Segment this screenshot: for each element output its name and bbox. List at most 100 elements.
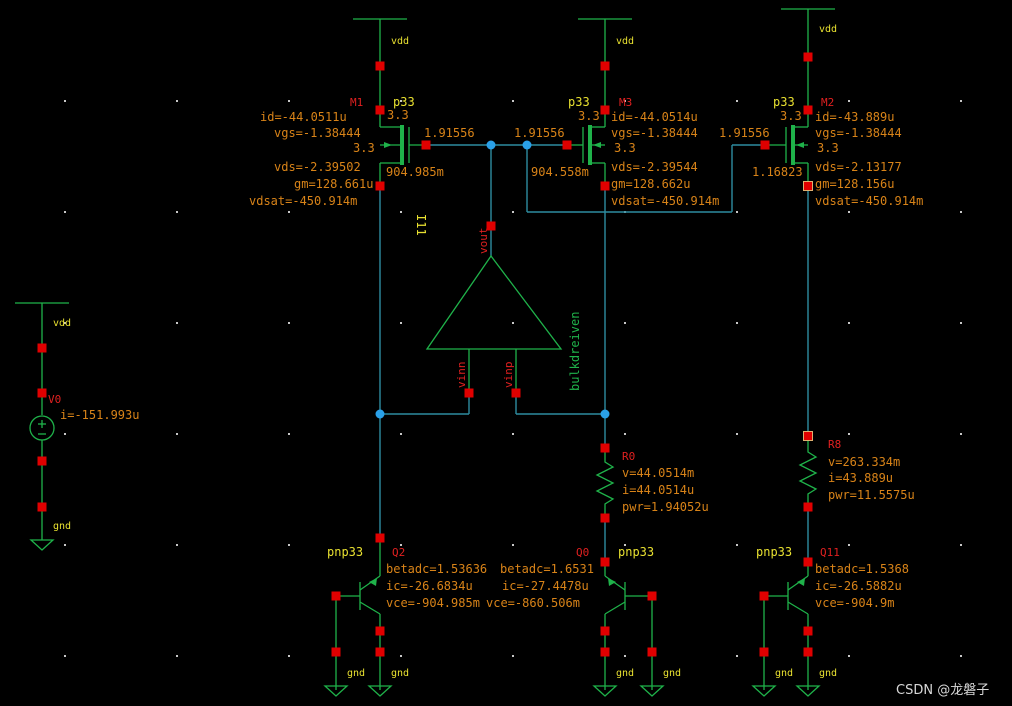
pin-marker [759, 591, 769, 601]
pin-marker [803, 502, 813, 512]
grid-dot [848, 544, 850, 546]
grid-dot [176, 211, 178, 213]
annotation-text: betadc=1.5368 [815, 562, 909, 576]
instance-name: M3 [619, 96, 632, 109]
pin-label-vinp: vinp [502, 362, 515, 389]
instance-name: M2 [821, 96, 834, 109]
pin-marker [760, 140, 770, 150]
annotation-text: 3.3 [387, 108, 409, 122]
grid-dot [288, 211, 290, 213]
watermark-text: CSDN @龙磐子 [896, 683, 989, 698]
pmos-m1[interactable]: M1 p33 3.3 3.3 id=-44.0511u vgs=-1.38444… [249, 95, 426, 208]
pin-marker [375, 626, 385, 636]
grid-dot [736, 211, 738, 213]
grid-dot [512, 322, 514, 324]
pin-marker [37, 456, 47, 466]
opamp-i11[interactable]: I11 vout vinn vinp bulkdreiven [414, 214, 582, 393]
pin-marker [803, 52, 813, 62]
grid-dot [176, 100, 178, 102]
annotation-text: vce=-860.506m [486, 596, 580, 610]
pin-marker [600, 626, 610, 636]
resistor-r0[interactable]: R0 v=44.0514m i=44.0514u pwr=1.94052u [595, 448, 709, 518]
pin-marker [37, 343, 47, 353]
annotation-text: vgs=-1.38444 [815, 126, 902, 140]
grid-dot [176, 322, 178, 324]
grid-dot [960, 100, 962, 102]
pin-marker [375, 647, 385, 657]
pin-marker [331, 591, 341, 601]
annotation-text: gnd [53, 521, 71, 532]
model-name: p33 [393, 95, 415, 109]
instance-name: Q0 [576, 546, 589, 559]
annotation-text: gm=128.156u [815, 177, 894, 191]
pin-marker [600, 513, 610, 523]
annotation-text: id=-44.0514u [611, 110, 698, 124]
grid-dot [288, 322, 290, 324]
grid-dot [960, 433, 962, 435]
grid-dot [736, 433, 738, 435]
instance-name: M1 [350, 96, 363, 109]
pin-marker [421, 140, 431, 150]
pin-marker [600, 61, 610, 71]
instance-name: Q2 [392, 546, 405, 559]
pin-marker [803, 626, 813, 636]
annotation-text: betadc=1.6531 [500, 562, 594, 576]
instance-name: Q11 [820, 546, 840, 559]
annotation-text: vce=-904.9m [815, 596, 894, 610]
grid-dot [624, 433, 626, 435]
pin-marker [803, 557, 813, 567]
pin-marker [803, 105, 813, 115]
pin-marker [375, 533, 385, 543]
grid-dot [176, 544, 178, 546]
annotation-text: gnd [616, 668, 634, 679]
grid-dot [512, 100, 514, 102]
model-name: pnp33 [756, 545, 792, 559]
model-name: p33 [773, 95, 795, 109]
grid-dot [848, 655, 850, 657]
annotation-text: 3.3 [817, 141, 839, 155]
annotation-text: gm=128.661u [294, 177, 373, 191]
grid-dot [736, 322, 738, 324]
pin-marker [562, 140, 572, 150]
pmos-m3[interactable]: p33 M3 3.3 id=-44.0514u vgs=-1.38444 3.3… [567, 95, 719, 208]
annotation-text: vds=-2.39544 [611, 160, 698, 174]
annotation-text: v=44.0514m [622, 466, 694, 480]
grid-dot [848, 100, 850, 102]
instance-name: R8 [828, 438, 841, 451]
instance-name: R0 [622, 450, 635, 463]
annotation-text: 3.3 [614, 141, 636, 155]
grid-dot [176, 655, 178, 657]
schematic-canvas[interactable]: vdd vdd vdd vdd M1 p33 3.3 3.3 id=-44.05… [0, 0, 1012, 706]
pin-marker [600, 443, 610, 453]
pin-marker [375, 181, 385, 191]
grid-dot [400, 211, 402, 213]
grid-dot [736, 544, 738, 546]
pin-marker [511, 388, 521, 398]
pin-marker [331, 647, 341, 657]
pin-marker [759, 647, 769, 657]
model-name: pnp33 [327, 545, 363, 559]
annotation-text: v=263.334m [828, 455, 900, 469]
model-name: p33 [568, 95, 590, 109]
annotation-text: i=43.889u [828, 471, 893, 485]
pin-marker [803, 181, 813, 191]
node-voltages: 1.91556 1.91556 1.91556 904.985m 904.558… [386, 126, 803, 179]
pmos-m2[interactable]: p33 M2 3.3 id=-43.889u vgs=-1.38444 3.3 … [765, 95, 923, 208]
annotation-text: gnd [819, 668, 837, 679]
vdd-label: vdd [53, 318, 71, 329]
resistor-r8[interactable]: R8 v=263.334m i=43.889u pwr=11.5575u [798, 436, 915, 507]
annotation-text: vds=-2.39502 [274, 160, 361, 174]
pin-marker [600, 181, 610, 191]
pin-marker [600, 647, 610, 657]
annotation-text: vds=-2.13177 [815, 160, 902, 174]
pin-label-vout: vout [477, 228, 490, 255]
wires [379, 144, 809, 562]
grid-dot [848, 211, 850, 213]
vdd-label: vdd [616, 36, 634, 47]
grid-dot [288, 655, 290, 657]
annotation-text: i=44.0514u [622, 483, 694, 497]
vdd-label: vdd [819, 24, 837, 35]
grid-dot [624, 322, 626, 324]
annotation-text: betadc=1.53636 [386, 562, 487, 576]
pin-marker [37, 388, 47, 398]
